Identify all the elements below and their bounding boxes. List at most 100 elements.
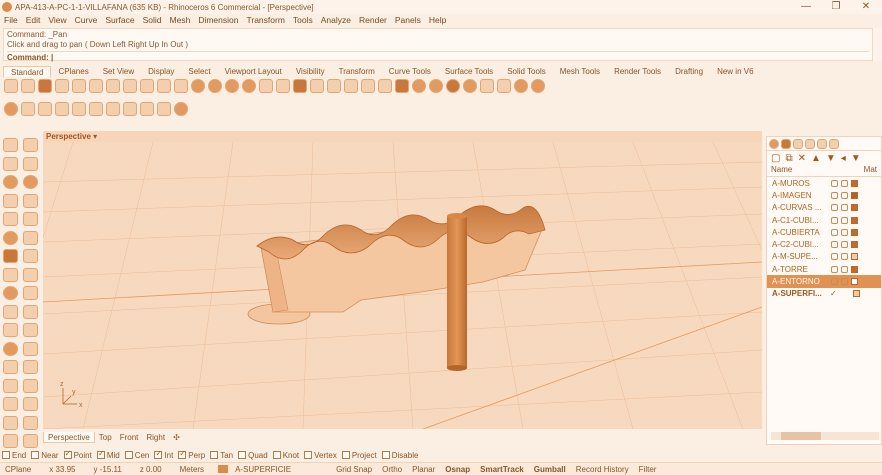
copy-icon[interactable] [106,79,120,93]
mesh-icon[interactable] [3,304,18,319]
menu-view[interactable]: View [48,15,66,27]
display-panel-icon[interactable] [793,139,803,149]
print-icon[interactable] [55,79,69,93]
layer-icon[interactable] [395,79,409,93]
fillet-icon[interactable] [3,230,18,245]
osnap-mid[interactable]: Mid [96,449,120,460]
circle-icon[interactable] [3,175,18,189]
arc-icon[interactable] [23,175,38,189]
rectangle-icon[interactable] [23,193,38,208]
cplane-label[interactable]: CPlane [0,465,36,474]
viewport-tab-perspective[interactable]: Perspective [43,432,95,443]
layer-row-current[interactable]: A-SUPERFI... ✓ [767,288,881,300]
tab-transform[interactable]: Transform [332,66,382,77]
point-icon[interactable] [23,138,38,152]
menu-surface[interactable]: Surface [105,15,134,27]
menu-help[interactable]: Help [429,15,446,27]
decal-icon[interactable] [106,102,120,116]
polygon-icon[interactable] [3,193,18,208]
layer-color-swatch[interactable] [851,228,858,236]
viewport-tab-front[interactable]: Front [116,432,143,443]
lock-icon[interactable] [841,179,848,187]
layer-row-selected[interactable]: A-ENTORNO [767,275,881,288]
text-icon[interactable] [23,415,38,430]
grid-snap-icon[interactable] [310,79,324,93]
menu-render[interactable]: Render [359,15,387,27]
layer-row[interactable]: A-CUBIERTA [767,226,881,238]
osnap-vertex[interactable]: Vertex [304,450,337,460]
rendered-sphere-icon[interactable] [446,79,460,93]
new-file-icon[interactable] [4,79,18,93]
sun-icon[interactable] [123,102,137,116]
light-bulb-icon[interactable] [361,79,375,93]
filter-toggle[interactable]: Filter [634,465,662,474]
undo-view-icon[interactable] [259,79,273,93]
environment-icon[interactable] [55,102,69,116]
options-icon[interactable] [497,79,511,93]
sweep-icon[interactable] [23,304,38,319]
visibility-bulb-icon[interactable] [831,265,838,273]
delete-layer-icon[interactable]: ✕ [798,153,806,164]
viewport-tab-right[interactable]: Right [142,432,169,443]
units[interactable]: Meters [175,465,209,474]
move-down-icon[interactable]: ▼ [826,153,836,164]
shaded-sphere-icon[interactable] [429,79,443,93]
tab-set-view[interactable]: Set View [96,66,141,77]
osnap-end[interactable]: End [2,450,26,460]
ghosted-sphere-icon[interactable] [463,79,477,93]
visibility-bulb-icon[interactable] [831,228,838,236]
curve-icon[interactable] [23,156,38,171]
osnap-int[interactable]: Int [154,449,173,460]
open-file-icon[interactable] [21,79,35,93]
tab-viewport-layout[interactable]: Viewport Layout [218,66,289,77]
boolean-icon[interactable] [3,323,18,337]
loft-icon[interactable] [23,267,38,282]
extrude-icon[interactable] [23,249,38,263]
paint-icon[interactable] [157,102,171,116]
lock-icon[interactable] [841,253,848,261]
layer-color-swatch[interactable] [851,191,858,199]
four-view-icon[interactable] [276,79,290,93]
layer-color-swatch[interactable] [851,278,858,286]
tab-solid-tools[interactable]: Solid Tools [500,66,553,77]
layer-row[interactable]: A-TORRE [767,263,881,275]
menu-tools[interactable]: Tools [293,15,313,27]
wireframe-sphere-icon[interactable] [412,79,426,93]
sphere-icon[interactable] [3,286,18,300]
material-icon[interactable] [514,79,528,93]
select-point-icon[interactable] [3,138,18,152]
osnap-quad[interactable]: Quad [238,450,268,460]
tab-cplanes[interactable]: CPlanes [51,66,95,77]
lock-icon[interactable] [841,278,848,286]
tab-select[interactable]: Select [181,66,217,77]
cplane-icon[interactable] [293,79,307,93]
menu-edit[interactable]: Edit [26,15,41,27]
tab-surface-tools[interactable]: Surface Tools [438,66,500,77]
osnap-cen[interactable]: Cen [124,450,149,460]
tab-drafting[interactable]: Drafting [668,66,710,77]
tab-render-tools[interactable]: Render Tools [607,66,668,77]
gumball-toggle[interactable]: Gumball [529,465,571,474]
planar-toggle[interactable]: Planar [407,465,440,474]
join-icon[interactable] [3,341,18,356]
close-button[interactable]: ✕ [852,0,880,14]
paste-icon[interactable] [123,79,137,93]
new-layer-icon[interactable]: ▢ [771,153,780,164]
maximize-button[interactable]: ❐ [822,0,850,14]
more-tools-icon[interactable] [23,434,38,448]
viewport-dropdown-icon[interactable]: ▾ [93,132,97,141]
zoom-icon[interactable] [191,79,205,93]
name-column-header[interactable]: Name [771,165,792,176]
mirror-icon[interactable] [23,378,38,393]
layer-row[interactable]: A-MUROS [767,177,881,189]
menu-analyze[interactable]: Analyze [321,15,351,27]
osnap-project[interactable]: Project [341,450,377,460]
visibility-bulb-icon[interactable] [831,253,838,261]
viewport-tab-top[interactable]: Top [95,432,116,443]
tab-visibility[interactable]: Visibility [289,66,332,77]
tab-standard[interactable]: Standard [3,66,52,77]
layer-row[interactable]: A-M-SUPE... [767,251,881,263]
layer-color-swatch[interactable] [851,204,858,212]
new-sublayer-icon[interactable]: ⧉ [785,153,792,164]
render-icon[interactable] [480,79,494,93]
